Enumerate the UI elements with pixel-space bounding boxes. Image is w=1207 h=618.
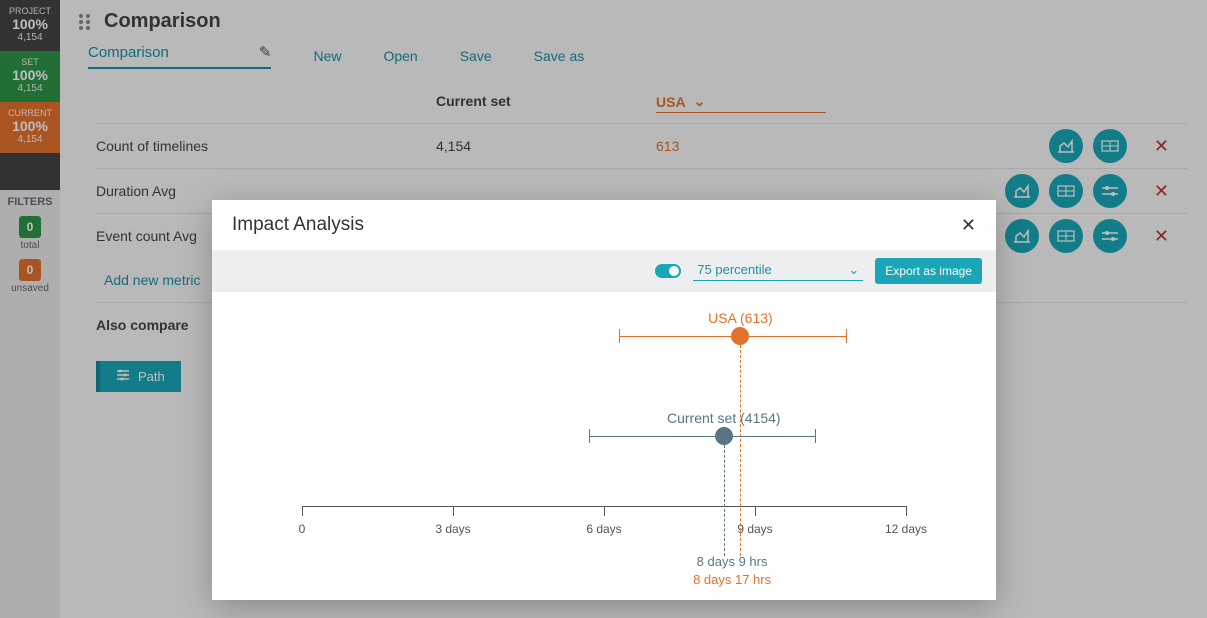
chart-tick-label: 3 days — [435, 522, 470, 536]
close-icon[interactable]: ✕ — [961, 215, 976, 236]
impact-chart: 0 3 days 6 days 9 days 12 days USA (613) Curre… — [232, 292, 976, 592]
series-guideline — [724, 445, 725, 556]
chart-tick — [755, 506, 756, 516]
chart-tick-label: 12 days — [885, 522, 927, 536]
annotation-usa: 8 days 17 hrs — [693, 572, 771, 587]
chart-tick — [453, 506, 454, 516]
chart-tick-label: 0 — [299, 522, 306, 536]
annotation-current: 8 days 9 hrs — [697, 554, 768, 569]
series-cap — [815, 429, 816, 443]
series-whisker — [589, 436, 816, 437]
series-cap — [846, 329, 847, 343]
modal-title: Impact Analysis — [232, 214, 364, 236]
chart-tick — [604, 506, 605, 516]
series-cap — [589, 429, 590, 443]
chevron-down-icon: ⌄ — [848, 262, 859, 278]
export-image-button[interactable]: Export as image — [875, 258, 982, 284]
percentile-toggle[interactable] — [655, 264, 681, 278]
chart-tick-label: 9 days — [737, 522, 772, 536]
series-label: Current set (4154) — [667, 410, 781, 426]
series-point — [731, 327, 749, 345]
impact-analysis-modal: Impact Analysis ✕ 75 percentile ⌄ Export… — [212, 200, 996, 600]
series-label: USA (613) — [708, 310, 773, 326]
percentile-select-label: 75 percentile — [697, 262, 771, 277]
chart-tick-label: 6 days — [586, 522, 621, 536]
chart-tick — [302, 506, 303, 516]
chart-tick — [906, 506, 907, 516]
percentile-select[interactable]: 75 percentile ⌄ — [693, 262, 863, 281]
series-cap — [619, 329, 620, 343]
series-guideline — [740, 345, 741, 556]
series-point — [715, 427, 733, 445]
